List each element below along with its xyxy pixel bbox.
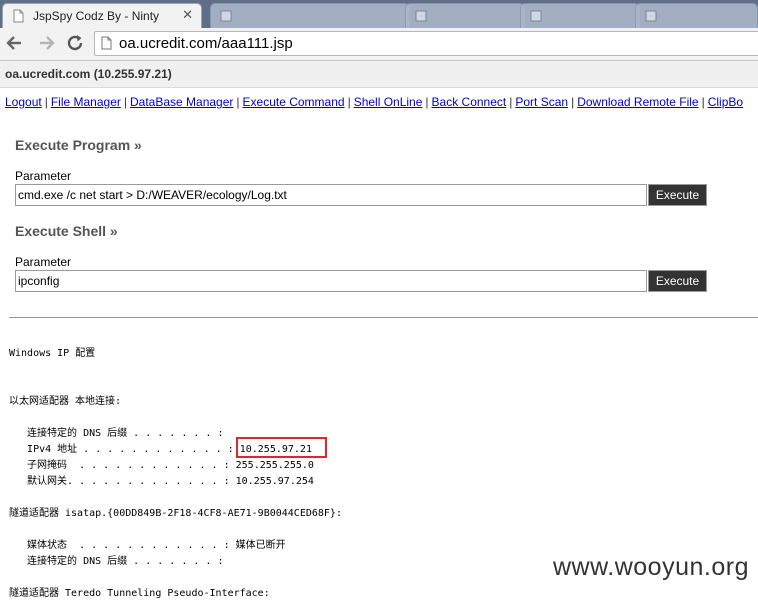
menu-separator: | — [44, 95, 48, 109]
page-favicon-icon — [220, 10, 232, 22]
page-favicon-icon — [13, 9, 24, 23]
close-icon[interactable]: ✕ — [182, 7, 193, 23]
menu-separator: | — [425, 95, 429, 109]
page-icon — [101, 36, 112, 50]
menu-logout[interactable]: Logout — [5, 95, 42, 109]
tab-background[interactable] — [520, 3, 640, 28]
page-favicon-icon — [645, 10, 657, 22]
menu-separator: | — [347, 95, 351, 109]
menu-separator: | — [571, 95, 575, 109]
host-info-bar: oa.ucredit.com (10.255.97.21) — [0, 61, 758, 88]
reload-button[interactable] — [64, 32, 86, 54]
menu-download-remote-file[interactable]: Download Remote File — [577, 95, 698, 109]
menu-separator: | — [123, 95, 127, 109]
divider — [9, 317, 758, 318]
ip-highlight-box — [236, 437, 327, 458]
watermark: www.wooyun.org — [553, 553, 749, 581]
execute-shell-button[interactable]: Execute — [648, 270, 707, 292]
reload-icon — [67, 35, 83, 51]
host-info: oa.ucredit.com (10.255.97.21) — [5, 67, 172, 81]
tab-title: JspSpy Codz By - Ninty — [33, 9, 160, 23]
tab-active[interactable]: JspSpy Codz By - Ninty ✕ — [2, 3, 202, 28]
execute-program-heading: Execute Program » — [15, 137, 142, 153]
address-bar[interactable] — [94, 31, 758, 56]
shell-parameter-label: Parameter — [15, 255, 72, 269]
menu-shell-online[interactable]: Shell OnLine — [354, 95, 423, 109]
page-favicon-icon — [530, 10, 542, 22]
arrow-left-icon — [6, 36, 21, 50]
menu-clipboard[interactable]: ClipBo — [708, 95, 743, 109]
command-output: Windows IP 配置 以太网适配器 本地连接: 连接特定的 DNS 后缀 … — [9, 348, 342, 599]
menu-back-connect[interactable]: Back Connect — [432, 95, 507, 109]
shell-parameter-input[interactable] — [15, 270, 647, 292]
program-parameter-label: Parameter — [15, 169, 72, 183]
url-input[interactable] — [119, 34, 719, 53]
menu-separator: | — [701, 95, 705, 109]
page-favicon-icon — [415, 10, 427, 22]
execute-program-button[interactable]: Execute — [648, 184, 707, 206]
menu-database-manager[interactable]: DataBase Manager — [130, 95, 233, 109]
program-parameter-input[interactable] — [15, 184, 647, 206]
back-button[interactable] — [4, 32, 26, 54]
menu-file-manager[interactable]: File Manager — [51, 95, 121, 109]
execute-shell-heading: Execute Shell » — [15, 223, 118, 239]
tab-background[interactable] — [210, 3, 410, 28]
menu-bar: Logout | File Manager | DataBase Manager | Exe… — [5, 95, 743, 109]
arrow-right-icon — [40, 36, 55, 50]
tab-background[interactable] — [635, 3, 758, 28]
menu-separator: | — [236, 95, 240, 109]
menu-port-scan[interactable]: Port Scan — [515, 95, 568, 109]
menu-separator: | — [509, 95, 513, 109]
tab-strip: JspSpy Codz By - Ninty ✕ — [0, 0, 758, 28]
tab-background[interactable] — [405, 3, 525, 28]
forward-button[interactable] — [35, 32, 57, 54]
menu-execute-command[interactable]: Execute Command — [243, 95, 345, 109]
browser-toolbar — [0, 28, 758, 61]
